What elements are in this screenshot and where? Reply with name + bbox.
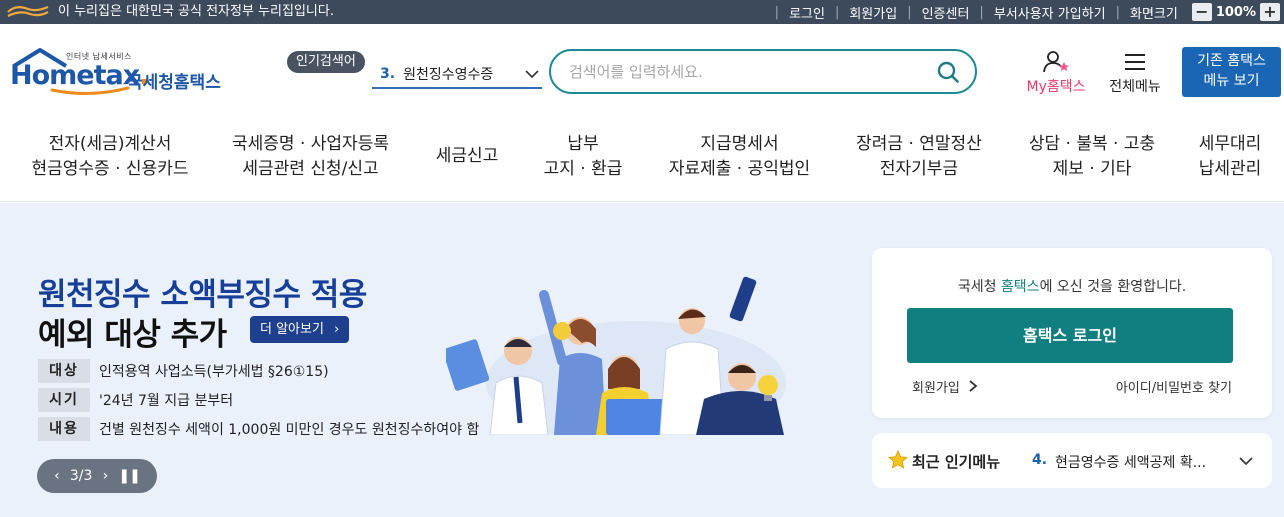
next-slide-icon[interactable]: ›	[103, 468, 109, 484]
gnb-item-year-end[interactable]: 장려금 · 연말정산 전자기부금	[850, 132, 988, 182]
popular-search-term: 원천징수영수증	[403, 66, 494, 83]
my-hometax-button[interactable]: My홈택스	[1020, 50, 1092, 96]
gnb-item-line2: 고지 · 환급	[543, 159, 623, 179]
banner-title-line1: 원천징수 소액부징수 적용	[38, 277, 367, 313]
gnb-item-line2: 자료제출 · 공익법인	[668, 159, 811, 179]
user-star-icon	[1043, 51, 1069, 73]
gnb-item-line2: 세금관련 신청/신고	[242, 159, 379, 179]
info-key: 내용	[38, 417, 90, 441]
popular-search-badge: 인기검색어	[287, 51, 365, 73]
gnb-item-line1: 지급명세서	[700, 134, 779, 154]
gnb-item-line2: 전자기부금	[879, 159, 959, 179]
search-input[interactable]	[569, 61, 929, 83]
all-menu-label: 전체메뉴	[1109, 79, 1161, 95]
banner-title-line2: 예외 대상 추가	[38, 317, 227, 353]
learn-more-label: 더 알아보기	[260, 322, 324, 337]
chevron-right-icon	[969, 380, 978, 392]
egov-logo-icon	[7, 5, 49, 17]
learn-more-button[interactable]: 더 알아보기 ›	[250, 316, 350, 343]
gnb-item-e-invoice[interactable]: 전자(세금)계산서 현금영수증 · 신용카드	[30, 132, 190, 182]
chevron-right-icon: ›	[334, 322, 340, 337]
gnb-item-consult[interactable]: 상담 · 불복 · 고충 제보 · 기타	[1022, 132, 1162, 182]
pause-icon[interactable]: ❚❚	[118, 468, 140, 484]
signup-link[interactable]: 회원가입	[849, 3, 897, 22]
prev-slide-icon[interactable]: ‹	[54, 468, 60, 484]
login-link[interactable]: 로그인	[789, 3, 825, 22]
main-navigation: 전자(세금)계산서 현금영수증 · 신용카드 국세증명 · 사업자등록 세금관련…	[0, 122, 1284, 202]
gnb-item-line2: 납세관리	[1198, 159, 1262, 179]
zoom-value: 100%	[1215, 4, 1256, 20]
gnb-item-line1: 장려금 · 연말정산	[856, 134, 982, 154]
hero-banner: 원천징수 소액부징수 적용 예외 대상 추가 더 알아보기 › 대상 인적용역 …	[0, 203, 1284, 517]
slider-controls: ‹ 3/3 › ❚❚	[37, 459, 157, 493]
gnb-item-payment[interactable]: 납부 고지 · 환급	[538, 132, 628, 182]
legacy-menu-line1: 기존 홈택스	[1197, 53, 1266, 69]
gnb-item-line1: 전자(세금)계산서	[48, 134, 172, 154]
popular-search-select[interactable]: 3. 원천징수영수증	[372, 60, 542, 89]
gnb-item-line1: 국세증명 · 사업자등록	[232, 134, 389, 154]
dept-user-signup-link[interactable]: 부서사용자 가입하기	[994, 3, 1106, 22]
gnb-item-payment-statement[interactable]: 지급명세서 자료제출 · 공익법인	[662, 132, 817, 182]
gov-notice-bar: 이 누리집은 대한민국 공식 전자정부 누리집입니다. | 로그인 | 회원가입…	[0, 0, 1284, 24]
gnb-item-line1: 세무대리	[1198, 134, 1262, 154]
info-row-content: 내용 건별 원천징수 세액이 1,000원 미만인 경우도 원천징수하여야 함	[38, 417, 479, 441]
logo-swoosh-icon	[50, 86, 130, 96]
all-menu-button[interactable]: 전체메뉴	[1100, 50, 1170, 96]
recent-menu-rank: 4.	[1032, 452, 1048, 468]
chevron-down-icon	[1239, 457, 1253, 466]
search-icon[interactable]	[937, 61, 959, 83]
login-card: 국세청 홈택스에 오신 것을 환영합니다. 홈택스 로그인 회원가입 아이디/비…	[872, 248, 1272, 418]
signup-link[interactable]: 회원가입	[912, 377, 978, 396]
gov-notice-text: 이 누리집은 대한민국 공식 전자정부 누리집입니다.	[58, 4, 334, 19]
welcome-message: 국세청 홈택스에 오신 것을 환영합니다.	[957, 279, 1187, 295]
legacy-menu-line2: 메뉴 보기	[1203, 73, 1260, 89]
signup-label: 회원가입	[912, 381, 960, 396]
gnb-item-certificates[interactable]: 국세증명 · 사업자등록 세금관련 신청/신고	[228, 132, 393, 182]
info-value: 건별 원천징수 세액이 1,000원 미만인 경우도 원천징수하여야 함	[99, 422, 480, 438]
hometax-logo[interactable]: 인터넷 납세서비스 Hometax. 국세청홈택스	[10, 48, 225, 100]
hometax-login-button[interactable]: 홈택스 로그인	[907, 308, 1233, 363]
star-icon	[888, 450, 908, 469]
zoom-out-button[interactable]: −	[1191, 3, 1212, 21]
info-key: 시기	[38, 388, 90, 412]
gnb-item-line1: 상담 · 불복 · 고충	[1028, 134, 1156, 154]
recent-menu-item: 현금영수증 세액공제 확...	[1055, 455, 1207, 471]
info-key: 대상	[38, 359, 90, 383]
gnb-item-line2: 제보 · 기타	[1052, 159, 1132, 179]
find-id-password-link[interactable]: 아이디/비밀번호 찾기	[1116, 377, 1232, 396]
gnb-item-line2: 현금영수증 · 신용카드	[31, 159, 189, 179]
popular-search-rank: 3.	[380, 65, 396, 82]
chevron-down-icon	[525, 70, 539, 79]
info-row-period: 시기 '24년 7월 지급 분부터	[38, 388, 233, 412]
cert-center-link[interactable]: 인증센터	[922, 3, 970, 22]
info-value: 인적용역 사업소득(부가세법 §26①15)	[99, 364, 329, 380]
slide-counter: 3/3	[69, 468, 93, 484]
search-box	[549, 49, 977, 94]
office-workers-illustration	[446, 276, 786, 435]
zoom-in-button[interactable]: +	[1260, 3, 1280, 21]
hamburger-menu-icon	[1125, 54, 1145, 70]
recent-popular-menu[interactable]: 최근 인기메뉴 4. 현금영수증 세액공제 확...	[872, 433, 1272, 488]
info-value: '24년 7월 지급 분부터	[99, 393, 234, 409]
gnb-item-tax-agent[interactable]: 세무대리 납세관리	[1192, 132, 1268, 182]
legacy-menu-button[interactable]: 기존 홈택스 메뉴 보기	[1182, 47, 1281, 97]
info-row-target: 대상 인적용역 사업소득(부가세법 §26①15)	[38, 359, 329, 383]
gnb-item-tax-return[interactable]: 세금신고	[425, 144, 509, 169]
recent-menu-title: 최근 인기메뉴	[912, 453, 1001, 471]
logo-korean-name: 국세청홈택스	[127, 73, 221, 93]
utility-links: | 로그인 | 회원가입 | 인증센터 | 부서사용자 가입하기 | 화면크기 …	[765, 0, 1284, 24]
my-hometax-label: My홈택스	[1026, 79, 1086, 95]
gnb-item-line1: 세금신고	[435, 146, 499, 166]
gnb-item-line1: 납부	[567, 134, 599, 154]
screen-size-label: 화면크기	[1129, 6, 1178, 22]
